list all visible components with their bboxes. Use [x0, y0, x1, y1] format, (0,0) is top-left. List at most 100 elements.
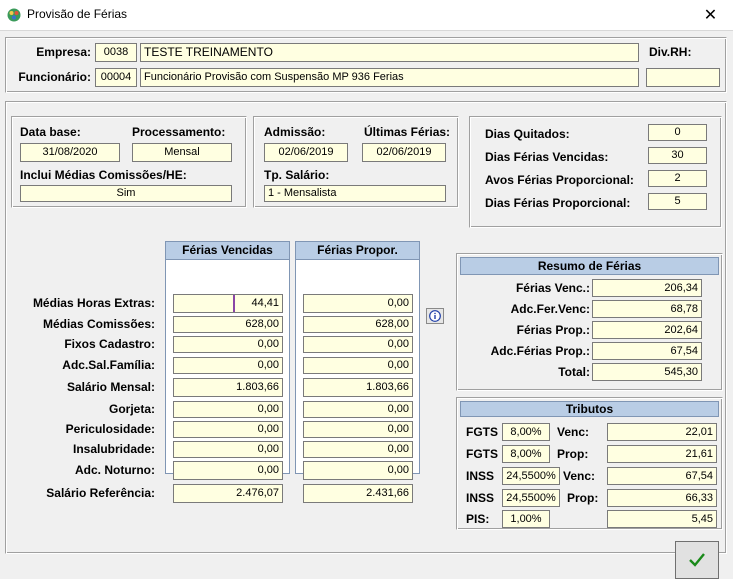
- grid-cell-vencidas[interactable]: 0,00: [173, 357, 283, 374]
- processamento-label: Processamento:: [132, 125, 226, 139]
- resumo-adc-fer-venc-field[interactable]: 68,78: [592, 300, 702, 318]
- admissao-field[interactable]: 02/06/2019: [264, 143, 348, 162]
- admissao-label: Admissão:: [264, 125, 326, 139]
- grid-cell-propor[interactable]: 0,00: [303, 441, 413, 458]
- resumo-total-field[interactable]: 545,30: [592, 363, 702, 381]
- dias-group: Dias Quitados: 0 Dias Férias Vencidas: 3…: [469, 116, 722, 228]
- tributo-kind: Prop:: [557, 447, 589, 461]
- grid-cell-propor[interactable]: 0,00: [303, 336, 413, 353]
- grid-row-label: Periculosidade:: [65, 422, 155, 436]
- grid-row-label: Adc. Noturno:: [75, 463, 155, 477]
- grid-cell-propor[interactable]: 1.803,66: [303, 378, 413, 397]
- grid-cell-vencidas[interactable]: 44,41: [173, 294, 283, 313]
- tributo-kind: Prop:: [567, 491, 599, 505]
- resumo-ferias-group: Resumo de Férias Férias Venc.: 206,34 Ad…: [456, 253, 723, 391]
- grid-cell-vencidas[interactable]: 0,00: [173, 336, 283, 353]
- tp-salario-field[interactable]: 1 - Mensalista: [264, 185, 446, 202]
- grid-row-label: Insalubridade:: [72, 442, 155, 456]
- fgts-prop-rate-field[interactable]: 8,00%: [502, 445, 550, 463]
- resumo-ferias-venc-field[interactable]: 206,34: [592, 279, 702, 297]
- dias-label: Dias Férias Proporcional:: [485, 196, 631, 210]
- tributo-label: FGTS: [466, 425, 498, 439]
- inss-prop-rate-field[interactable]: 24,5500%: [502, 489, 560, 507]
- avos-proporcional-field[interactable]: 2: [648, 170, 707, 187]
- grid-cell-propor[interactable]: 0,00: [303, 357, 413, 374]
- fgts-prop-value-field[interactable]: 21,61: [607, 445, 717, 463]
- funcionario-code-field[interactable]: 00004: [95, 68, 137, 87]
- grid-cell-propor[interactable]: 0,00: [303, 401, 413, 418]
- data-base-group: Data base: 31/08/2020 Processamento: Men…: [11, 116, 247, 208]
- empresa-name-field[interactable]: TESTE TREINAMENTO: [140, 43, 639, 62]
- ferias-vencidas-header: Férias Vencidas: [165, 241, 290, 260]
- resumo-label: Adc.Fer.Venc:: [510, 302, 590, 316]
- grid-cell-propor[interactable]: 628,00: [303, 316, 413, 333]
- dias-label: Dias Férias Vencidas:: [485, 150, 609, 164]
- inss-prop-value-field[interactable]: 66,33: [607, 489, 717, 507]
- grid-cell-vencidas[interactable]: 0,00: [173, 421, 283, 438]
- grid-cell-propor[interactable]: 0,00: [303, 294, 413, 313]
- fgts-venc-value-field[interactable]: 22,01: [607, 423, 717, 441]
- grid-cell-vencidas[interactable]: 2.476,07: [173, 484, 283, 503]
- info-icon: [429, 310, 441, 322]
- window-title: Provisão de Férias: [27, 7, 128, 21]
- resumo-adc-ferias-prop-field[interactable]: 67,54: [592, 342, 702, 360]
- pis-value-field[interactable]: 5,45: [607, 510, 717, 528]
- grid-cell-vencidas[interactable]: 0,00: [173, 401, 283, 418]
- dias-label: Avos Férias Proporcional:: [485, 173, 634, 187]
- grid-cell-propor[interactable]: 0,00: [303, 421, 413, 438]
- palette-icon: [7, 8, 21, 22]
- client-area: Empresa: 0038 TESTE TREINAMENTO Div.RH: …: [0, 31, 733, 579]
- resumo-ferias-prop-field[interactable]: 202,64: [592, 321, 702, 339]
- tributo-label: FGTS: [466, 447, 498, 461]
- info-button[interactable]: [426, 308, 444, 324]
- grid-row-label: Salário Mensal:: [66, 380, 155, 394]
- grid-cell-vencidas[interactable]: 1.803,66: [173, 378, 283, 397]
- grid-row-label: Salário Referência:: [46, 486, 155, 500]
- tributos-title: Tributos: [460, 401, 719, 417]
- grid-row-label: Médias Comissões:: [42, 317, 155, 331]
- close-button[interactable]: ✕: [688, 0, 733, 30]
- dias-quitados-field[interactable]: 0: [648, 124, 707, 141]
- dias-vencidas-field[interactable]: 30: [648, 147, 707, 164]
- resumo-label: Férias Venc.:: [515, 281, 590, 295]
- divrh-label: Div.RH:: [649, 45, 692, 59]
- grid-cell-vencidas[interactable]: 0,00: [173, 461, 283, 480]
- grid-row-label: Adc.Sal.Família:: [62, 358, 155, 372]
- tributo-kind: Venc:: [563, 469, 596, 483]
- resumo-ferias-title: Resumo de Férias: [460, 257, 719, 275]
- empresa-code-field[interactable]: 0038: [95, 43, 137, 62]
- grid-cell-propor[interactable]: 2.431,66: [303, 484, 413, 503]
- resumo-label: Adc.Férias Prop.:: [490, 344, 590, 358]
- main-panel: Data base: 31/08/2020 Processamento: Men…: [5, 101, 727, 554]
- pis-rate-field[interactable]: 1,00%: [502, 510, 550, 528]
- inss-venc-value-field[interactable]: 67,54: [607, 467, 717, 485]
- ultimas-ferias-field[interactable]: 02/06/2019: [362, 143, 446, 162]
- inss-venc-rate-field[interactable]: 24,5500%: [502, 467, 560, 485]
- close-icon: ✕: [703, 7, 718, 24]
- processamento-field[interactable]: Mensal: [132, 143, 232, 162]
- tributo-label: INSS: [466, 491, 495, 505]
- resumo-label: Total:: [558, 365, 590, 379]
- tributos-group: Tributos FGTS 8,00% Venc: 22,01 FGTS 8,0…: [456, 397, 723, 530]
- grid-row-label: Gorjeta:: [108, 402, 155, 416]
- data-base-field[interactable]: 31/08/2020: [20, 143, 120, 162]
- fgts-venc-rate-field[interactable]: 8,00%: [502, 423, 550, 441]
- grid-cell-vencidas[interactable]: 628,00: [173, 316, 283, 333]
- divrh-field[interactable]: [646, 68, 720, 87]
- resumo-label: Férias Prop.:: [516, 323, 590, 337]
- dias-proporcional-field[interactable]: 5: [648, 193, 707, 210]
- tributo-kind: Venc:: [557, 425, 590, 439]
- tributo-label: PIS:: [466, 512, 490, 526]
- grid-cell-propor[interactable]: 0,00: [303, 461, 413, 480]
- admissao-group: Admissão: 02/06/2019 Últimas Férias: 02/…: [253, 116, 459, 208]
- funcionario-name-field[interactable]: Funcionário Provisão com Suspensão MP 93…: [140, 68, 639, 87]
- grid-row-label: Médias Horas Extras:: [32, 296, 155, 310]
- data-base-label: Data base:: [20, 125, 81, 139]
- checkmark-icon: [689, 553, 705, 567]
- header-panel: Empresa: 0038 TESTE TREINAMENTO Div.RH: …: [5, 37, 727, 93]
- tributo-label: INSS: [466, 469, 495, 483]
- grid-cell-vencidas[interactable]: 0,00: [173, 441, 283, 458]
- ferias-propor-header: Férias Propor.: [295, 241, 420, 260]
- inclui-medias-field[interactable]: Sim: [20, 185, 232, 202]
- ok-button[interactable]: [675, 541, 719, 579]
